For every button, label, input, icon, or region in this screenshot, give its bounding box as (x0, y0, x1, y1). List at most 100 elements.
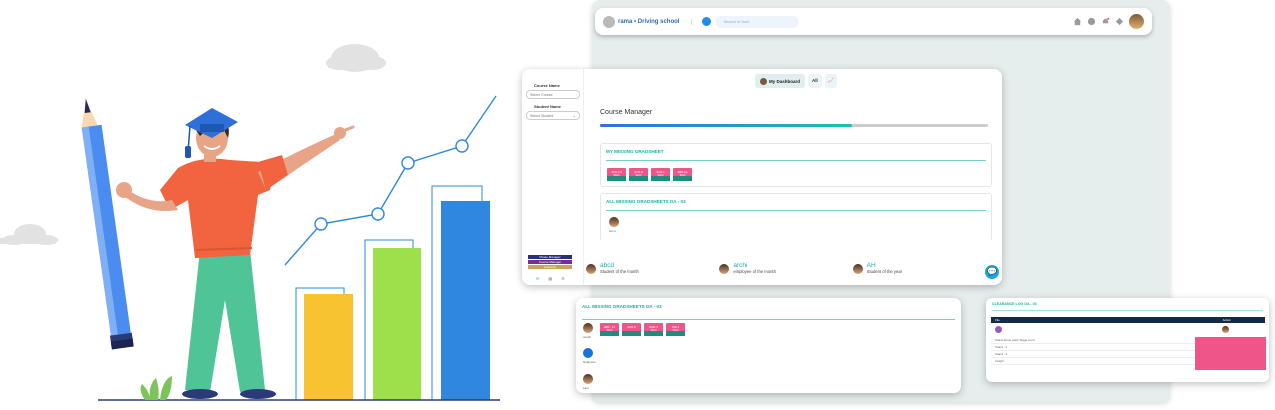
gradsheet-chip[interactable]: APR-9 (622, 323, 641, 336)
divider (606, 160, 986, 161)
tab-my-dashboard[interactable]: My Dashboard (755, 74, 806, 88)
student-placeholder: Select Student (530, 114, 554, 118)
all-missing-card: ALL MISSING GRADSHEETS DA - 03 coach APR… (576, 298, 961, 393)
chat-bubble-icon[interactable]: 💬 (985, 265, 999, 279)
student-entry[interactable]: Lani (583, 374, 593, 390)
student-name: abcd (609, 229, 616, 233)
table-header: File Action (991, 317, 1265, 323)
student-entry[interactable]: abcd (601, 211, 991, 233)
chip-list: APR-TO Short DPR-9 Short SCR-1 Short ABR-De Sho… (601, 161, 991, 181)
award-student-month: abcd Student of the month (584, 262, 717, 274)
sidebar-footer-icons: ⟳ ▦ ⚙ (536, 276, 565, 281)
award-title: employee of the month (733, 269, 776, 274)
bar-chart (295, 185, 490, 401)
chip-list: APR - 10 Short APR-9 SGR-3 Short IDR-1 Short (594, 316, 685, 336)
app-logo-icon (702, 17, 712, 26)
user-avatar[interactable] (1129, 14, 1144, 29)
role-legend: Phase Manager Course Manager Instructor (528, 255, 572, 270)
clearance-log-card: CLEARANCE LOG DA - 03 File Action Stand … (986, 298, 1269, 382)
chip-status: Short (606, 329, 613, 332)
section-title: MY MISSING GRADSHEET (606, 149, 664, 154)
gradsheet-chip[interactable]: APR - 10 Short (600, 323, 619, 336)
chip-status: Short (650, 329, 657, 332)
tab-all[interactable]: All (808, 74, 822, 88)
avatar (583, 348, 593, 358)
student-label: Student Name (534, 104, 561, 109)
avatar (995, 326, 1002, 333)
award-title: Student of the year (866, 269, 903, 274)
course-label: Course Name (534, 83, 560, 88)
grid-icon[interactable]: ▦ (548, 276, 552, 281)
app-header: rama • Driving school Search in front (595, 8, 1152, 35)
legend-instructor[interactable]: Instructor (528, 265, 572, 269)
brand-label: rama • Driving school (618, 18, 693, 25)
pencil-icon (81, 98, 134, 350)
row-label: Stand - 1 (995, 345, 1008, 349)
avatar (583, 374, 593, 384)
my-missing-section: MY MISSING GRADSHEET APR-TO Short DPR-9 Sho… (600, 143, 992, 187)
page-title: Course Manager (600, 109, 653, 116)
search-input[interactable]: Search in front (715, 15, 800, 28)
avatar (609, 217, 619, 227)
chip-status: Short (635, 174, 642, 177)
table-row (991, 326, 1265, 334)
student-name: Studyone (583, 360, 596, 364)
avatar (1222, 326, 1229, 333)
dashboard-tabs: My Dashboard All 📈 (755, 74, 837, 88)
chip-status: Short (672, 329, 679, 332)
bell-icon[interactable] (1101, 17, 1110, 26)
course-select[interactable]: Select Course (526, 90, 580, 99)
action-highlight (1195, 337, 1266, 370)
column-header: Action (1222, 318, 1231, 322)
avatar (760, 77, 767, 85)
gradsheet-chip[interactable]: SCR-1 Short (651, 168, 670, 181)
legend-course-manager[interactable]: Course Manager (528, 260, 572, 264)
progress-fill (600, 124, 853, 127)
column-header: File (995, 318, 1000, 322)
award-employee-month: archi employee of the month (717, 262, 850, 274)
progress-bar (600, 124, 988, 127)
all-missing-section: ALL MISSING GRADSHEETS DA - 03 abcd (600, 193, 992, 241)
cloud-icon (0, 224, 58, 245)
user-icon (603, 15, 615, 28)
student-entry[interactable]: Studyone (583, 348, 596, 364)
avatar (719, 263, 730, 274)
graduate-illustration (0, 44, 500, 401)
row-label: Stand - 2 (995, 352, 1008, 356)
settings-icon[interactable]: ⚙ (561, 276, 565, 281)
chip-status: Short (613, 174, 620, 177)
chip-code: APR-9 (627, 325, 636, 329)
gradsheet-chip[interactable]: DPR-9 Short (629, 168, 648, 181)
home-icon[interactable] (1073, 17, 1082, 26)
divider (606, 210, 986, 211)
chat-icon[interactable] (1087, 17, 1096, 26)
card-title: CLEARANCE LOG DA - 03 (992, 302, 1037, 306)
chevron-down-icon: ⌄ (572, 113, 576, 118)
refresh-icon[interactable]: ⟳ (536, 276, 539, 281)
avatar (583, 323, 593, 333)
filter-sidebar: Course Name Select Course Student Name S… (522, 69, 584, 285)
award-title: Student of the month (600, 269, 639, 274)
awards-bar: abcd Student of the month archi employee… (584, 260, 984, 277)
tab-my-label: My Dashboard (769, 78, 801, 84)
chart-icon[interactable]: 📈 (824, 74, 837, 88)
gradsheet-chip[interactable]: APR-TO Short (607, 168, 626, 181)
avatar (852, 263, 863, 274)
divider (992, 310, 1263, 311)
landing-hero: rama • Driving school Search in front Co… (0, 0, 1275, 410)
legend-phase-manager[interactable]: Phase Manager (528, 255, 572, 259)
header-actions (1073, 14, 1144, 29)
diamond-icon[interactable] (1115, 17, 1124, 26)
card-title: ALL MISSING GRADSHEETS DA - 03 (582, 304, 662, 309)
gradsheet-chip[interactable]: ABR-De Short (673, 168, 692, 181)
course-placeholder: Select Course (530, 93, 553, 97)
row-label: Insight (995, 359, 1004, 363)
row-label: Stand Alone (ask) Stage Cont (995, 338, 1035, 342)
student-entry[interactable]: coach (583, 323, 593, 339)
plant-icon (140, 376, 172, 400)
avatar (586, 263, 596, 274)
gradsheet-chip[interactable]: SGR-3 Short (644, 323, 663, 336)
cloud-icon (326, 44, 386, 72)
gradsheet-chip[interactable]: IDR-1 Short (666, 323, 685, 336)
student-select[interactable]: Select Student ⌄ (526, 111, 580, 120)
